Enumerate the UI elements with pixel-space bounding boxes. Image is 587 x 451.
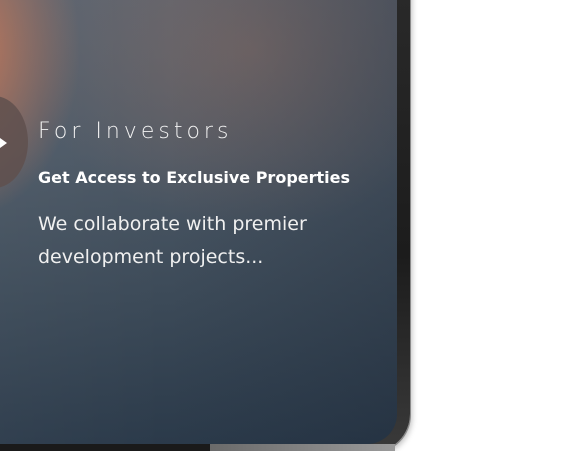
device-bezel-highlight xyxy=(210,444,395,451)
card-headline: Get Access to Exclusive Properties xyxy=(38,168,351,187)
play-icon xyxy=(0,138,7,148)
card-kicker: For Investors xyxy=(38,119,233,144)
stage: For Investors Get Access to Exclusive Pr… xyxy=(0,0,587,451)
card-body: We collaborate with premier development … xyxy=(38,213,307,268)
device-bezel-bottom xyxy=(0,444,210,451)
investor-card: For Investors Get Access to Exclusive Pr… xyxy=(38,118,378,274)
